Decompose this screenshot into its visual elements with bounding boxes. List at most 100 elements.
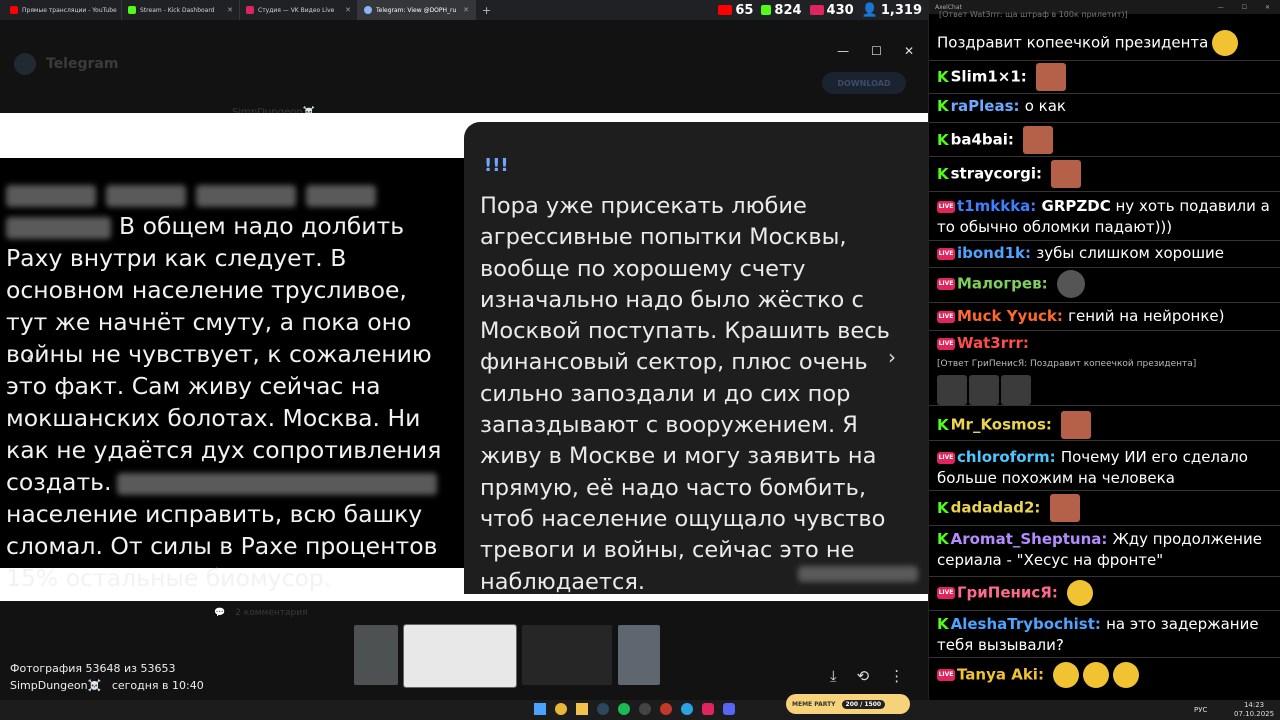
browser-icon[interactable]: [702, 703, 714, 715]
message-line: изначально надо было жёстко с: [480, 286, 864, 313]
chat-message: LIVE Tanya Aki:: [937, 662, 1277, 688]
app-icon[interactable]: [723, 703, 735, 715]
photo-thumbnail[interactable]: [354, 625, 398, 685]
message-line: тут же начнёт смуту, а пока оно: [6, 308, 412, 336]
kick-badge-icon: K: [937, 164, 949, 183]
close-icon[interactable]: ✕: [463, 6, 469, 14]
chat-username[interactable]: Малогрев:: [957, 275, 1053, 293]
more-icon[interactable]: ⋮: [889, 667, 904, 685]
close-icon[interactable]: ✕: [227, 6, 233, 14]
maximize-icon[interactable]: ☐: [1242, 4, 1247, 11]
tab-youtube[interactable]: Прямые трансляции - YouTube✕: [4, 0, 122, 20]
youtube-icon: [718, 5, 733, 15]
chat-message: Kba4bai:: [937, 126, 1277, 154]
new-tab-button[interactable]: +: [482, 4, 491, 17]
minimize-icon[interactable]: —: [837, 44, 849, 58]
chat-message: LIVE Wat3rrr: [Ответ ГриПенисЯ: Поздравит…: [937, 333, 1277, 405]
folder-icon[interactable]: [576, 703, 588, 715]
tab-vk[interactable]: Студия — VK Видео Live ✕: [240, 0, 358, 20]
chat-username[interactable]: ba4bai:: [951, 131, 1020, 149]
blurred-text: [306, 184, 376, 207]
message-line: сильно запоздали и до сих пор: [480, 380, 851, 407]
chat-username[interactable]: straycorgi:: [951, 165, 1048, 183]
chat-username[interactable]: t1mkkka:: [957, 197, 1042, 215]
clock[interactable]: 14:23 07.10.2025: [1234, 701, 1274, 719]
chat-username[interactable]: Mr_Kosmos:: [951, 416, 1058, 434]
vk-icon: [809, 5, 824, 15]
next-photo-arrow-icon[interactable]: ›: [888, 345, 896, 369]
chat-username[interactable]: Wat3rrr:: [957, 334, 1029, 352]
chat-separator: [929, 610, 1280, 611]
round-emote-icon: [1056, 270, 1085, 298]
chat-username[interactable]: Tanya Aki:: [957, 666, 1049, 684]
chrome-icon[interactable]: [555, 703, 567, 715]
kick-icon: [761, 5, 772, 15]
minimize-icon[interactable]: —: [1218, 4, 1224, 11]
chat-username[interactable]: dadadad2:: [951, 499, 1046, 517]
message-line: войны не чувствует, к сожалению: [6, 340, 432, 368]
obs-icon[interactable]: [639, 703, 651, 715]
message-line: население исправить, всю башку: [6, 500, 423, 528]
prev-photo-arrow-icon[interactable]: ‹: [26, 345, 34, 369]
message-line: вообще по хорошему счету: [480, 255, 806, 282]
app-icon[interactable]: [660, 703, 672, 715]
chat-username[interactable]: ibond1k:: [957, 244, 1036, 262]
message-line: прямую, её надо часто бомбить,: [480, 474, 866, 501]
chat-username[interactable]: Slim1×1:: [951, 68, 1032, 86]
close-icon[interactable]: ✕: [345, 6, 351, 14]
steam-icon[interactable]: [597, 703, 609, 715]
reply-text: [Ответ Wat3rrr: ща штраф в 100к прилетит…: [939, 10, 1128, 19]
message-line: Раху внутри как следует. В: [6, 244, 347, 272]
chat-username[interactable]: Muck Yyuck:: [957, 307, 1068, 325]
chat-username[interactable]: AleshaTrybochist:: [951, 615, 1107, 633]
youtube-viewers: 65: [735, 2, 754, 18]
photo-thumbnail[interactable]: [618, 625, 660, 685]
kick-viewers: 824: [774, 2, 802, 18]
chat-username[interactable]: chloroform:: [957, 448, 1061, 466]
kick-badge-icon: K: [937, 498, 949, 517]
chat-message: LIVE chloroform: Почему ИИ его сделало бо…: [937, 447, 1277, 489]
app-title: Telegram: [46, 56, 119, 72]
photo-thumbnail[interactable]: [522, 625, 612, 685]
chat-username[interactable]: raPleas:: [951, 97, 1025, 115]
youtube-icon: [10, 6, 18, 14]
user-icon: 👤: [861, 2, 878, 18]
tab-telegram[interactable]: Telegram: View @DOPH_ru ✕: [358, 0, 476, 20]
telegram-icon[interactable]: [681, 703, 693, 715]
photo-thumbnail-selected[interactable]: [403, 624, 517, 688]
chat-username[interactable]: ГриПенисЯ:: [957, 584, 1063, 602]
chat-message: LIVE t1mkkka: GRPZDC ну хоть подавили а т…: [937, 196, 1277, 238]
message-line: 15% остальные биомусор.: [6, 564, 332, 592]
blurred-text: [196, 184, 296, 207]
vk-live-badge-icon: LIVE: [937, 310, 955, 323]
message-line: сломал. От силы в Рахе процентов: [6, 532, 438, 560]
kick-badge-icon: K: [937, 67, 949, 86]
telegram-logo-icon: [14, 53, 36, 75]
chat-username[interactable]: Aromat_Sheptuna:: [951, 530, 1113, 548]
meme-party-banner: MEME PARTY: [792, 700, 836, 708]
vk-viewers: 430: [826, 2, 854, 18]
comment-icon: 💬: [214, 608, 226, 618]
download-icon[interactable]: ⤓: [830, 667, 837, 685]
close-icon[interactable]: ✕: [904, 44, 914, 58]
comment-bar[interactable]: 💬 2 комментария: [214, 602, 594, 624]
reply-text: [Ответ ГриПенисЯ: Поздравит копеечкой пр…: [937, 359, 1197, 369]
rotate-icon[interactable]: ⟲: [857, 667, 870, 685]
message-line: финансовый сектор, плюс очень: [480, 349, 868, 376]
message-line: агрессивные попытки Москвы,: [480, 224, 847, 251]
kick-icon: [128, 6, 136, 14]
windows-start-icon[interactable]: [534, 703, 546, 715]
chat-separator: [929, 525, 1280, 526]
chat-message: K Slim1×1:: [937, 63, 1277, 91]
download-button[interactable]: DOWNLOAD: [822, 72, 906, 94]
spotify-icon[interactable]: [618, 703, 630, 715]
language-indicator[interactable]: РУС: [1194, 706, 1207, 714]
tab-kick[interactable]: Stream - Kick Dashboard ✕: [122, 0, 240, 20]
meme-party-widget[interactable]: MEME PARTY 200 / 1500: [786, 694, 910, 714]
close-icon[interactable]: ✕: [1265, 4, 1270, 11]
chat-separator: [929, 576, 1280, 577]
maximize-icon[interactable]: ☐: [871, 44, 882, 58]
chat-message: K Aromat_Sheptuna: Жду продолжение сериал…: [937, 529, 1277, 571]
message-timestamp-blurred: [798, 566, 918, 582]
chat-text: зубы слишком хорошие: [1036, 244, 1225, 262]
